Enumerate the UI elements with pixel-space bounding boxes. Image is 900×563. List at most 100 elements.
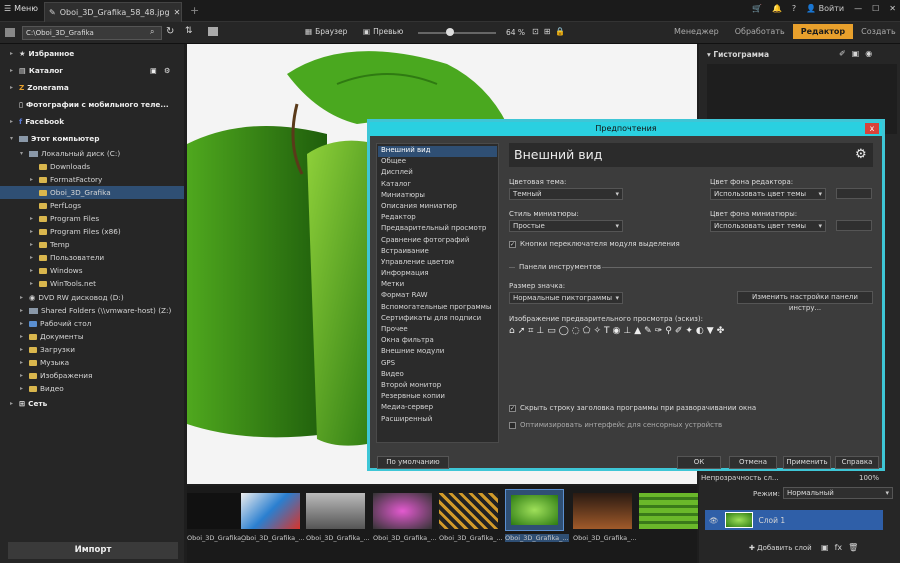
sidebar-item-catalog[interactable]: ▸ ▤ Каталог ▣ ⚙ xyxy=(0,64,184,77)
tab-create[interactable]: Создать xyxy=(853,24,900,39)
sidebar-item-zonerama[interactable]: ▸ Z Zonerama xyxy=(0,81,184,94)
sidebar-item-dvd[interactable]: ▸ ◉ DVD RW дисковод (D:) xyxy=(0,291,184,304)
pointer-icon[interactable]: ➚ xyxy=(518,326,526,336)
rect-select-icon[interactable]: ▭ xyxy=(547,326,556,336)
editor-bg-color-swatch[interactable] xyxy=(836,188,872,199)
sidebar-item-downloads[interactable]: Downloads xyxy=(0,160,184,173)
settings-icon[interactable]: ✤ xyxy=(717,326,725,336)
new-tab-icon[interactable]: + xyxy=(190,4,199,17)
text-icon[interactable]: T xyxy=(604,326,610,336)
gradient-icon[interactable]: ◐ xyxy=(696,326,704,336)
eraser-icon[interactable]: ✑ xyxy=(655,326,663,336)
sidebar-item-oboi[interactable]: Oboi_3D_Grafika xyxy=(0,186,184,199)
sidebar-item-program-files[interactable]: ▸ Program Files xyxy=(0,212,184,225)
hide-title-checkbox[interactable]: ✓ Скрыть строку заголовка программы при р… xyxy=(509,404,756,412)
preview-view-button[interactable]: ▣ Превью xyxy=(363,27,403,36)
fx-icon[interactable]: fx xyxy=(835,543,843,552)
cart-icon[interactable]: 🛒 xyxy=(752,4,762,13)
category-item[interactable]: Редактор xyxy=(378,213,497,224)
sidebar-item-mobile-photos[interactable]: ▯ Фотографии с мобильного теле... xyxy=(0,98,184,111)
folder-icon[interactable] xyxy=(5,28,15,37)
sidebar-item-drive-c[interactable]: ▾ Локальный диск (C:) xyxy=(0,147,184,160)
eye-icon[interactable]: 👁 xyxy=(709,516,719,525)
lock-icon[interactable]: 🔒 xyxy=(555,27,565,36)
add-folder-icon[interactable] xyxy=(208,27,218,36)
apply-button[interactable]: Применить xyxy=(783,456,831,469)
bell-icon[interactable]: 🔔 xyxy=(772,4,782,13)
minimize-icon[interactable]: — xyxy=(854,4,862,13)
channel-icon[interactable]: ▣ xyxy=(852,49,860,58)
sidebar-item-video[interactable]: ▸ Видео xyxy=(0,382,184,395)
gear-icon[interactable]: ⚙ xyxy=(164,66,171,75)
help-icon[interactable]: ? xyxy=(792,4,796,13)
category-item[interactable]: Метки xyxy=(378,280,497,291)
mask-icon[interactable]: ▣ xyxy=(821,543,829,552)
refresh-icon[interactable]: ↻ xyxy=(166,26,174,37)
category-item[interactable]: Сертификаты для подписи xyxy=(378,314,497,325)
thumbnail[interactable] xyxy=(306,493,365,529)
close-window-icon[interactable]: ✕ xyxy=(889,4,896,13)
browser-view-button[interactable]: ▦ Браузер xyxy=(305,27,347,36)
help-button[interactable]: Справка xyxy=(835,456,879,469)
category-item[interactable]: Второй монитор xyxy=(378,381,497,392)
sidebar-item-perflogs[interactable]: PerfLogs xyxy=(0,199,184,212)
stamp-icon[interactable]: ⊥ xyxy=(623,326,631,336)
category-item[interactable]: Встраивание xyxy=(378,247,497,258)
category-item[interactable]: Сравнение фотографий xyxy=(378,236,497,247)
change-toolbar-button[interactable]: Изменить настройки панели инстру... xyxy=(737,291,873,312)
editor-bg-select[interactable]: Использовать цвет темы xyxy=(710,188,826,200)
category-item[interactable]: Управление цветом xyxy=(378,258,497,269)
category-item[interactable]: Окна фильтра xyxy=(378,336,497,347)
thumbnail[interactable] xyxy=(639,493,698,529)
sidebar-item-shared-folders[interactable]: ▸ Shared Folders (\\vmware-host) (Z:) xyxy=(0,304,184,317)
sidebar-item-wintools[interactable]: ▸ WinTools.net xyxy=(0,277,184,290)
clone-icon[interactable]: ⚲ xyxy=(665,326,672,336)
straighten-icon[interactable]: ⊥ xyxy=(536,326,544,336)
thumbnail-selected[interactable] xyxy=(505,489,564,531)
category-appearance[interactable]: Внешний вид xyxy=(378,146,497,158)
sidebar-item-desktop[interactable]: ▸ Рабочий стол xyxy=(0,317,184,330)
layer-row[interactable]: 👁 Слой 1 xyxy=(705,510,883,530)
sidebar-item-music[interactable]: ▸ Музыка xyxy=(0,356,184,369)
sidebar-item-network[interactable]: ▸ ⊞ Сеть xyxy=(0,397,184,410)
default-button[interactable]: По умолчанию xyxy=(377,456,449,469)
category-item[interactable]: Вспомогательные программы xyxy=(378,303,497,314)
category-item[interactable]: Резервные копии xyxy=(378,392,497,403)
import-button[interactable]: Импорт xyxy=(8,542,178,559)
brush-icon[interactable]: ✎ xyxy=(644,326,652,336)
thumbnail[interactable] xyxy=(439,493,498,529)
category-item[interactable]: Информация xyxy=(378,269,497,280)
category-item[interactable]: Предварительный просмотр xyxy=(378,224,497,235)
category-item[interactable]: Общее xyxy=(378,157,497,168)
home-icon[interactable]: ⌂ xyxy=(509,326,515,336)
ellipse-select-icon[interactable]: ◯ xyxy=(559,326,569,336)
eye-icon[interactable]: ◉ xyxy=(613,326,621,336)
module-buttons-checkbox[interactable]: ✓ Кнопки переключателя модуля выделения xyxy=(509,240,680,248)
sort-icon[interactable]: ⇅ xyxy=(185,26,193,36)
thumbnail[interactable] xyxy=(573,493,632,529)
close-icon[interactable]: ✕ xyxy=(174,8,181,17)
tab-editor[interactable]: Редактор xyxy=(792,24,854,39)
sidebar-item-users[interactable]: ▸ Пользователи xyxy=(0,251,184,264)
menu-button[interactable]: ☰ Меню xyxy=(4,4,38,13)
actual-size-icon[interactable]: ⊞ xyxy=(544,27,551,36)
login-button[interactable]: 👤 Войти xyxy=(806,4,844,13)
sidebar-item-program-files-x86[interactable]: ▸ Program Files (x86) xyxy=(0,225,184,238)
sidebar-item-downloads-user[interactable]: ▸ Загрузки xyxy=(0,343,184,356)
blend-mode-select[interactable]: Нормальный xyxy=(783,487,893,499)
catalog-add-icon[interactable]: ▣ xyxy=(150,66,157,75)
sidebar-item-formatfactory[interactable]: ▸ FormatFactory xyxy=(0,173,184,186)
sidebar-item-documents[interactable]: ▸ Документы xyxy=(0,330,184,343)
settings-icon[interactable]: ◉ xyxy=(865,49,872,58)
zoom-slider-handle[interactable] xyxy=(446,28,454,36)
fit-icon[interactable]: ⊡ xyxy=(532,27,539,36)
crop-icon[interactable]: ⌗ xyxy=(528,326,533,336)
tab-process[interactable]: Обработать xyxy=(727,24,793,39)
category-item[interactable]: Медиа-сервер xyxy=(378,403,497,414)
icon-size-select[interactable]: Нормальные пиктограммы xyxy=(509,292,623,304)
category-item[interactable]: Видео xyxy=(378,370,497,381)
path-input[interactable]: C:\Oboi_3D_Grafika xyxy=(22,26,162,40)
thumb-style-select[interactable]: Простые xyxy=(509,220,623,232)
category-item[interactable]: Расширенный xyxy=(378,415,497,426)
category-item[interactable]: Формат RAW xyxy=(378,291,497,302)
